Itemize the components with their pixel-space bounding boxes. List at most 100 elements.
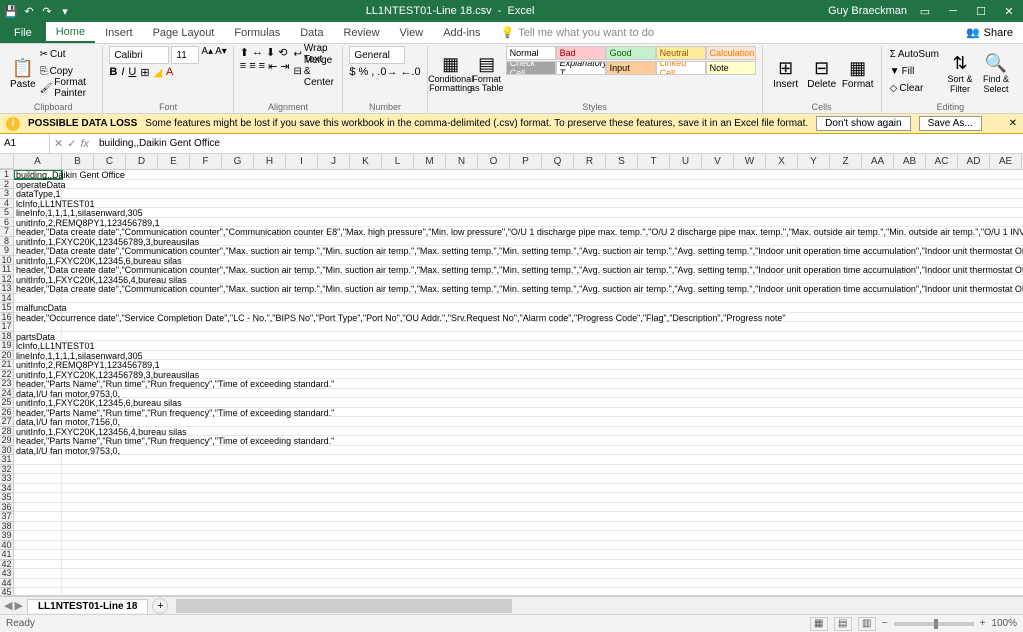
cell[interactable]	[14, 531, 62, 540]
cell[interactable]: lcInfo,LL1NTEST01	[14, 199, 62, 208]
formula-input[interactable]: building,,Daikin Gent Office	[93, 134, 1023, 153]
cell[interactable]	[14, 522, 62, 531]
column-header[interactable]: E	[158, 154, 190, 169]
cell[interactable]	[14, 503, 62, 512]
cell[interactable]	[14, 493, 62, 502]
font-name-select[interactable]: Calibri	[109, 46, 169, 64]
currency-icon[interactable]: $	[349, 66, 355, 78]
format-painter-button[interactable]: 🖌Format Painter	[38, 80, 97, 96]
align-middle-icon[interactable]: ↔	[252, 46, 263, 59]
tab-file[interactable]: File	[0, 22, 46, 43]
cell[interactable]: lcInfo,LL1NTEST01	[14, 341, 62, 350]
font-color-button[interactable]: A	[166, 66, 173, 79]
comma-icon[interactable]: ,	[371, 66, 374, 78]
conditional-formatting-button[interactable]: ▦Conditional Formatting	[434, 46, 468, 101]
qat-dropdown-icon[interactable]: ▾	[58, 4, 72, 18]
cell[interactable]	[14, 569, 62, 578]
cancel-formula-icon[interactable]: ✕	[54, 137, 63, 150]
minimize-button[interactable]: ─	[943, 2, 963, 20]
tab-addins[interactable]: Add-ins	[433, 22, 490, 43]
format-as-table-button[interactable]: ▤Format as Table	[470, 46, 504, 101]
column-header[interactable]: F	[190, 154, 222, 169]
fill-color-button[interactable]: ◢	[154, 66, 162, 79]
style-bad[interactable]: Bad	[556, 46, 606, 60]
column-header[interactable]: AC	[926, 154, 958, 169]
add-sheet-button[interactable]: +	[152, 598, 168, 614]
cell[interactable]	[14, 484, 62, 493]
cell[interactable]: unitInfo,2,REMQ8PY1,123456789,1	[14, 360, 62, 369]
paste-button[interactable]: 📋 Paste	[10, 46, 36, 101]
sheet-nav-prev-icon[interactable]: ◀	[4, 599, 12, 612]
cell[interactable]: malfuncData	[14, 303, 62, 312]
cell[interactable]	[14, 294, 62, 303]
italic-button[interactable]: I	[121, 66, 124, 79]
indent-dec-icon[interactable]: ⇤	[268, 60, 277, 73]
cell[interactable]	[14, 588, 62, 595]
cell[interactable]: lineInfo,1,1,1,1,silasenward,305	[14, 208, 62, 217]
horizontal-scrollbar[interactable]	[176, 599, 1015, 613]
dec-inc-icon[interactable]: .0→	[377, 66, 397, 78]
column-header[interactable]: T	[638, 154, 670, 169]
orientation-icon[interactable]: ⟲	[278, 46, 287, 59]
column-header[interactable]: P	[510, 154, 542, 169]
ribbon-options-icon[interactable]: ▭	[915, 2, 935, 20]
cell[interactable]	[14, 322, 62, 331]
cell[interactable]: unitInfo,1,FXYC20K,123456789,3,bureausil…	[14, 237, 62, 246]
cell[interactable]: header,"Data create date","Communication…	[14, 246, 62, 255]
column-header[interactable]: L	[382, 154, 414, 169]
tab-home[interactable]: Home	[46, 22, 95, 43]
cell[interactable]: unitInfo,2,REMQ8PY1,123456789,1	[14, 218, 62, 227]
bold-button[interactable]: B	[109, 66, 117, 79]
column-header[interactable]: A	[14, 154, 62, 169]
cells-area[interactable]: building,,Daikin Gent OfficeoperateDatad…	[14, 170, 1023, 595]
cell[interactable]: header,"Occurrence date","Service Comple…	[14, 313, 62, 322]
border-button[interactable]: ⊞	[140, 66, 149, 79]
column-header[interactable]: G	[222, 154, 254, 169]
cell[interactable]	[14, 512, 62, 521]
column-header[interactable]: H	[254, 154, 286, 169]
merge-center-button[interactable]: ⊟Merge & Center	[292, 63, 337, 79]
cell[interactable]: data,I/U fan motor,9753,0,	[14, 389, 62, 398]
column-header[interactable]: AA	[862, 154, 894, 169]
find-select-button[interactable]: 🔍Find & Select	[979, 46, 1013, 101]
column-header[interactable]: N	[446, 154, 478, 169]
view-page-layout-icon[interactable]: ▤	[834, 617, 852, 631]
cell[interactable]	[14, 455, 62, 464]
row-header[interactable]: 45	[0, 588, 13, 596]
row-header[interactable]: 44	[0, 579, 13, 589]
column-header[interactable]: K	[350, 154, 382, 169]
tab-formulas[interactable]: Formulas	[224, 22, 290, 43]
increase-font-icon[interactable]: A▴	[201, 46, 213, 64]
number-format-select[interactable]: General	[349, 46, 405, 64]
column-header[interactable]: Z	[830, 154, 862, 169]
cell[interactable]: unitInfo,1,FXYC20K,123456,4,bureau silas	[14, 427, 62, 436]
cell[interactable]	[14, 579, 62, 588]
cell[interactable]: data,I/U fan motor,9753,0,	[14, 446, 62, 455]
cell[interactable]: partsData	[14, 332, 62, 341]
align-left-icon[interactable]: ≡	[240, 60, 246, 73]
column-header[interactable]: AD	[958, 154, 990, 169]
cell[interactable]	[14, 465, 62, 474]
style-explanatory[interactable]: Explanatory T...	[556, 61, 606, 75]
cell[interactable]: data,I/U fan motor,7156,0,	[14, 417, 62, 426]
align-center-icon[interactable]: ≡	[249, 60, 255, 73]
column-header[interactable]: Q	[542, 154, 574, 169]
redo-icon[interactable]: ↷	[40, 4, 54, 18]
enter-formula-icon[interactable]: ✓	[67, 137, 76, 150]
view-normal-icon[interactable]: ▦	[810, 617, 828, 631]
dont-show-again-button[interactable]: Don't show again	[816, 116, 910, 131]
cell[interactable]: header,"Data create date","Communication…	[14, 284, 62, 293]
sheet-nav-next-icon[interactable]: ▶	[14, 599, 22, 612]
close-button[interactable]: ✕	[999, 2, 1019, 20]
cell[interactable]: header,"Parts Name","Run time","Run freq…	[14, 408, 62, 417]
align-top-icon[interactable]: ⬆	[240, 46, 249, 59]
cell[interactable]: header,"Parts Name","Run time","Run freq…	[14, 379, 62, 388]
column-header[interactable]: C	[94, 154, 126, 169]
column-header[interactable]: AE	[990, 154, 1022, 169]
dec-dec-icon[interactable]: ←.0	[400, 66, 420, 78]
underline-button[interactable]: U	[128, 66, 136, 79]
zoom-level[interactable]: 100%	[991, 618, 1017, 629]
cell[interactable]: header,"Data create date","Communication…	[14, 227, 62, 236]
column-header[interactable]: S	[606, 154, 638, 169]
format-cells-button[interactable]: ▦Format	[841, 46, 875, 101]
